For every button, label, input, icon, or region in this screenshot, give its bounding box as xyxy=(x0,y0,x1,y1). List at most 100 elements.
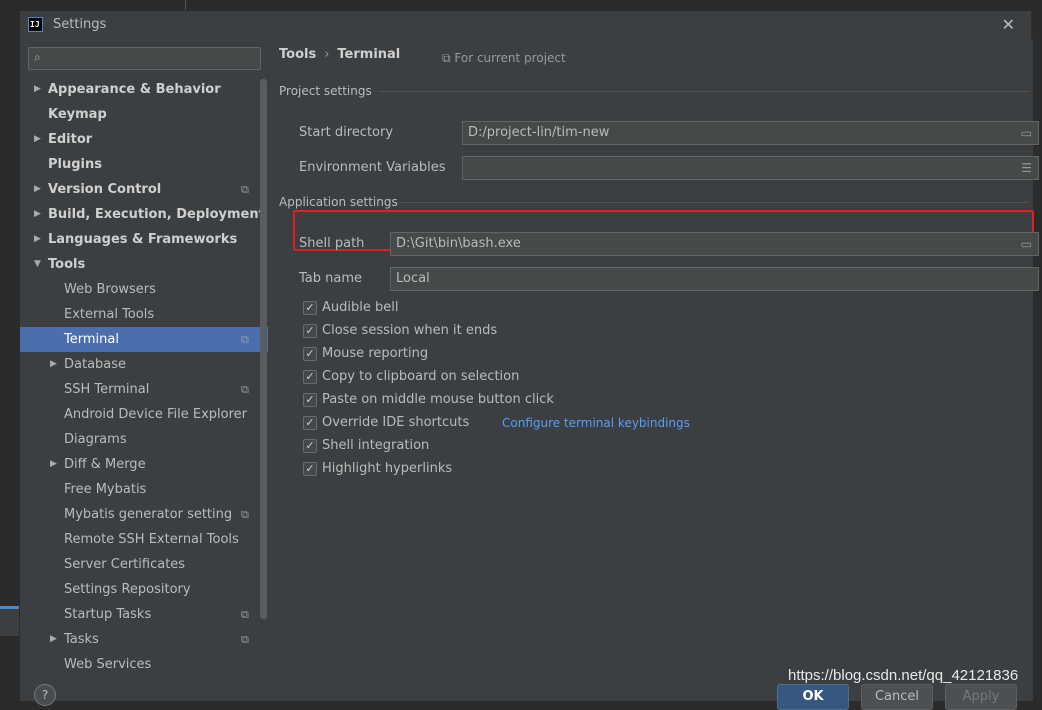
sidebar-item-label: External Tools xyxy=(64,307,155,322)
checkbox[interactable]: ✓ xyxy=(303,324,317,338)
sidebar-item-label: Server Certificates xyxy=(64,557,186,572)
sidebar-item[interactable]: Settings Repository xyxy=(20,577,268,602)
section-divider xyxy=(379,91,1029,92)
sidebar-item-label: Terminal xyxy=(64,332,119,347)
checkbox[interactable]: ✓ xyxy=(303,439,317,453)
environment-variables-label: Environment Variables xyxy=(299,160,446,175)
cancel-button[interactable]: Cancel xyxy=(861,684,933,710)
sidebar-item[interactable]: Plugins xyxy=(20,152,268,177)
configure-keybindings-link[interactable]: Configure terminal keybindings xyxy=(502,413,690,433)
sidebar-item[interactable]: Mybatis generator setting ⧉ xyxy=(20,502,268,527)
sidebar-item[interactable]: Remote SSH External Tools xyxy=(20,527,268,552)
sidebar-item-label: Remote SSH External Tools xyxy=(64,532,239,547)
sidebar-item[interactable]: ▶ Build, Execution, Deployment xyxy=(20,202,268,227)
sidebar-item-label: Android Device File Explorer xyxy=(64,407,247,422)
chevron-right-icon[interactable]: ▶ xyxy=(34,77,41,102)
chevron-right-icon[interactable]: ▶ xyxy=(34,127,41,152)
sidebar-item[interactable]: ▶ Tasks ⧉ xyxy=(20,627,268,652)
sidebar-item[interactable]: SSH Terminal ⧉ xyxy=(20,377,268,402)
shell-path-field[interactable]: D:\Git\bin\bash.exe ▭ xyxy=(390,232,1039,256)
environment-variables-field[interactable]: ☰ xyxy=(462,156,1039,180)
checkbox-label: Close session when it ends xyxy=(322,323,498,338)
edit-list-icon[interactable]: ☰ xyxy=(1021,157,1032,179)
sidebar-item-label: Startup Tasks xyxy=(64,607,152,622)
breadcrumb: Tools › Terminal xyxy=(279,47,400,62)
sidebar-item-label: Version Control xyxy=(48,182,162,197)
sidebar-item-label: Tools xyxy=(48,257,86,272)
chevron-right-icon[interactable]: ▶ xyxy=(34,202,41,227)
checkbox-label: Copy to clipboard on selection xyxy=(322,369,520,384)
tab-name-field[interactable]: Local xyxy=(390,267,1039,291)
ok-button[interactable]: OK xyxy=(777,684,849,710)
sidebar-item[interactable]: ▶ Database xyxy=(20,352,268,377)
chevron-right-icon[interactable]: ▶ xyxy=(34,177,41,202)
title-bar: IJ Settings ✕ xyxy=(20,11,1031,39)
sidebar-item[interactable]: Terminal ⧉ xyxy=(20,327,268,352)
sidebar-item[interactable]: External Tools xyxy=(20,302,268,327)
start-directory-label: Start directory xyxy=(299,125,394,140)
checkbox[interactable]: ✓ xyxy=(303,370,317,384)
help-icon[interactable]: ? xyxy=(34,684,56,706)
sidebar-item-label: Web Services xyxy=(64,657,152,672)
chevron-right-icon[interactable]: ▶ xyxy=(50,627,57,652)
close-icon[interactable]: ✕ xyxy=(1002,15,1015,34)
project-scope-icon: ⧉ xyxy=(442,51,455,65)
sidebar-item[interactable]: Keymap xyxy=(20,102,268,127)
sidebar-item[interactable]: Web Browsers xyxy=(20,277,268,302)
tab-name-value: Local xyxy=(396,271,430,286)
chevron-right-icon[interactable]: ▶ xyxy=(50,352,57,377)
folder-icon[interactable]: ▭ xyxy=(1021,233,1032,255)
sidebar-item[interactable]: Diagrams xyxy=(20,427,268,452)
sidebar-item-label: Settings Repository xyxy=(64,582,191,597)
sidebar-item[interactable]: ▶ Diff & Merge xyxy=(20,452,268,477)
sidebar-item[interactable]: ▶ Languages & Frameworks xyxy=(20,227,268,252)
checkbox-label: Audible bell xyxy=(322,300,399,315)
sidebar-item-label: Build, Execution, Deployment xyxy=(48,207,265,222)
checkbox-label: Paste on middle mouse button click xyxy=(322,392,554,407)
sidebar-item-label: Free Mybatis xyxy=(64,482,147,497)
sidebar-item-label: Web Browsers xyxy=(64,282,156,297)
chevron-right-icon[interactable]: ▶ xyxy=(34,227,41,252)
watermark: https://blog.csdn.net/qq_42121836 xyxy=(788,667,1019,684)
intellij-icon: IJ xyxy=(28,17,43,32)
sidebar-item[interactable]: ▼ Tools xyxy=(20,252,268,277)
project-settings-heading: Project settings xyxy=(279,84,372,98)
editor-bottom-strip xyxy=(0,606,20,636)
sidebar-item-label: Plugins xyxy=(48,157,102,172)
sidebar-item-label: Keymap xyxy=(48,107,107,122)
for-current-project-note: ⧉ For current project xyxy=(442,51,566,66)
sidebar-item[interactable]: ▶ Appearance & Behavior xyxy=(20,77,268,102)
checkbox[interactable]: ✓ xyxy=(303,301,317,315)
sidebar-item[interactable]: Android Device File Explorer xyxy=(20,402,268,427)
sidebar-item[interactable]: Web Services xyxy=(20,652,268,677)
checkbox[interactable]: ✓ xyxy=(303,393,317,407)
search-icon: ⌕ xyxy=(34,50,41,64)
sidebar-item-label: Tasks xyxy=(64,632,99,647)
folder-icon[interactable]: ▭ xyxy=(1021,122,1032,144)
checkbox[interactable]: ✓ xyxy=(303,416,317,430)
settings-dialog: IJ Settings ✕ ⌕ ▶ Appearance & Behavior Ke… xyxy=(19,10,1039,701)
sidebar-item-label: Appearance & Behavior xyxy=(48,82,221,97)
checkbox-label: Mouse reporting xyxy=(322,346,429,361)
apply-button[interactable]: Apply xyxy=(945,684,1017,710)
sidebar-item[interactable]: Startup Tasks ⧉ xyxy=(20,602,268,627)
breadcrumb-parent[interactable]: Tools xyxy=(279,47,316,62)
editor-divider xyxy=(185,0,186,10)
sidebar-item[interactable]: ▶ Editor xyxy=(20,127,268,152)
sidebar-item-label: Diagrams xyxy=(64,432,127,447)
checkbox-label: Shell integration xyxy=(322,438,430,453)
search-input[interactable]: ⌕ xyxy=(28,47,261,70)
shell-path-value: D:\Git\bin\bash.exe xyxy=(396,236,521,251)
sidebar-scrollbar[interactable] xyxy=(260,79,267,619)
sidebar-item-label: Languages & Frameworks xyxy=(48,232,238,247)
checkbox[interactable]: ✓ xyxy=(303,462,317,476)
chevron-right-icon[interactable]: ▶ xyxy=(50,452,57,477)
checkbox[interactable]: ✓ xyxy=(303,347,317,361)
sidebar-item[interactable]: Free Mybatis xyxy=(20,477,268,502)
start-directory-field[interactable]: D:/project-lin/tim-new ▭ xyxy=(462,121,1039,145)
sidebar-item[interactable]: Server Certificates xyxy=(20,552,268,577)
chevron-down-icon[interactable]: ▼ xyxy=(34,252,41,277)
shell-path-label: Shell path xyxy=(299,236,365,251)
checkbox-label: Override IDE shortcuts xyxy=(322,415,470,430)
sidebar-item[interactable]: ▶ Version Control ⧉ xyxy=(20,177,268,202)
